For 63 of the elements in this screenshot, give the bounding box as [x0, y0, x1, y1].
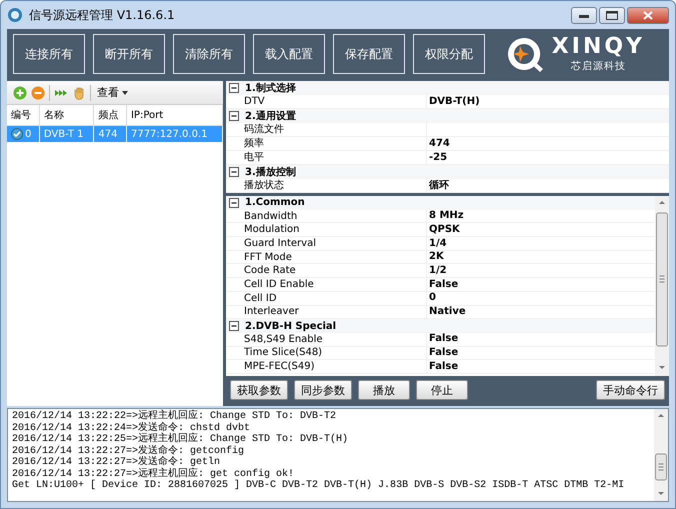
property-name: 码流文件 [243, 123, 285, 136]
property-name: MPE-FEC(S49) [243, 360, 316, 374]
property-name: Bandwidth [243, 210, 298, 223]
property-value[interactable]: 循环 [426, 178, 669, 192]
toolbar-button[interactable]: 断开所有 [93, 34, 165, 74]
property-name: Cell ID Enable [243, 278, 315, 291]
property-name: DTV [243, 95, 266, 108]
log-line: 2016/12/14 13:22:22=>远程主机回应: Change STD To: DVB-T2 [12, 411, 336, 422]
collapse-icon[interactable] [229, 167, 239, 177]
property-name: FFT Mode [243, 250, 293, 264]
maximize-icon [606, 11, 618, 20]
section-title: 3.播放控制 [245, 166, 296, 178]
command-line-button[interactable]: 手动命令行 [596, 380, 665, 400]
table-cell: 474 [94, 126, 126, 142]
collapse-icon[interactable] [229, 321, 239, 332]
caret-icon [122, 90, 128, 94]
property-name: S48,S49 Enable [243, 332, 324, 346]
property-name: Time Slice(S48) [243, 346, 324, 360]
logo-subtitle: 芯启源科技 [570, 60, 626, 73]
action-button[interactable]: 停止 [416, 380, 468, 400]
property-name: Modulation [243, 223, 300, 236]
minimize-icon [579, 14, 589, 18]
property-name: 播放状态 [243, 179, 285, 192]
close-button[interactable] [627, 7, 669, 24]
property-value[interactable]: 474 [426, 136, 669, 150]
collapse-icon[interactable] [229, 111, 239, 121]
property-name: Interleaver [243, 305, 300, 318]
section-title: 2.DVB-H Special [245, 320, 336, 333]
action-button[interactable]: 播放 [358, 380, 410, 400]
logo-text: XINQY [552, 35, 645, 59]
action-button[interactable]: 获取参数 [230, 380, 288, 400]
property-name: Guard Interval [243, 236, 317, 250]
close-icon [643, 11, 653, 20]
log-line: 2016/12/14 13:22:27=>发送命令: getln [12, 457, 220, 468]
view-menu[interactable]: 查看 [95, 85, 130, 100]
log-line: 2016/12/14 13:22:24=>发送命令: chstd dvbt [12, 422, 250, 434]
toolbar-button[interactable]: 连接所有 [13, 34, 85, 74]
table-cell: 0 [25, 128, 32, 140]
property-name: Code Rate [243, 264, 297, 278]
window-title: 信号源远程管理 V1.16.6.1 [29, 6, 176, 24]
hand-icon[interactable] [72, 86, 86, 100]
toolbar-button[interactable]: 保存配置 [333, 34, 405, 74]
check-circle-icon [11, 128, 23, 140]
minimize-button[interactable] [571, 7, 597, 24]
section-title: 1.Common [245, 196, 305, 210]
property-name: 频率 [243, 137, 265, 150]
table-cell: DVB-T 1 [39, 126, 94, 142]
toolbar-button[interactable]: 权限分配 [413, 34, 485, 74]
section-title: 1.制式选择 [245, 82, 296, 94]
app-icon [7, 7, 23, 23]
table-cell: 7777:127.0.0.1 [126, 126, 222, 142]
log-line: 2016/12/14 13:22:27=>远程主机回应: get config ok! [12, 468, 294, 480]
action-button[interactable]: 同步参数 [294, 380, 352, 400]
toolbar-button[interactable]: 清除所有 [173, 34, 245, 74]
property-name: Cell ID [243, 292, 278, 305]
log-line: 2016/12/14 13:22:27=>发送命令: getconfig [12, 446, 244, 456]
collapse-icon[interactable] [229, 83, 239, 93]
maximize-button[interactable] [599, 7, 625, 24]
collapse-icon[interactable] [229, 198, 239, 208]
toolbar-button[interactable]: 载入配置 [253, 34, 325, 74]
property-name: 电平 [243, 151, 265, 164]
section-title: 2.通用设置 [245, 110, 296, 122]
log-line: Get LN:U100+ [ Device ID: 2881607025 ] DVB-C DVB-T2 DVB-T(H) J.83B DVB-S DVB-S2 ISDB-T ATSC DTMB T2-MI [12, 480, 624, 492]
